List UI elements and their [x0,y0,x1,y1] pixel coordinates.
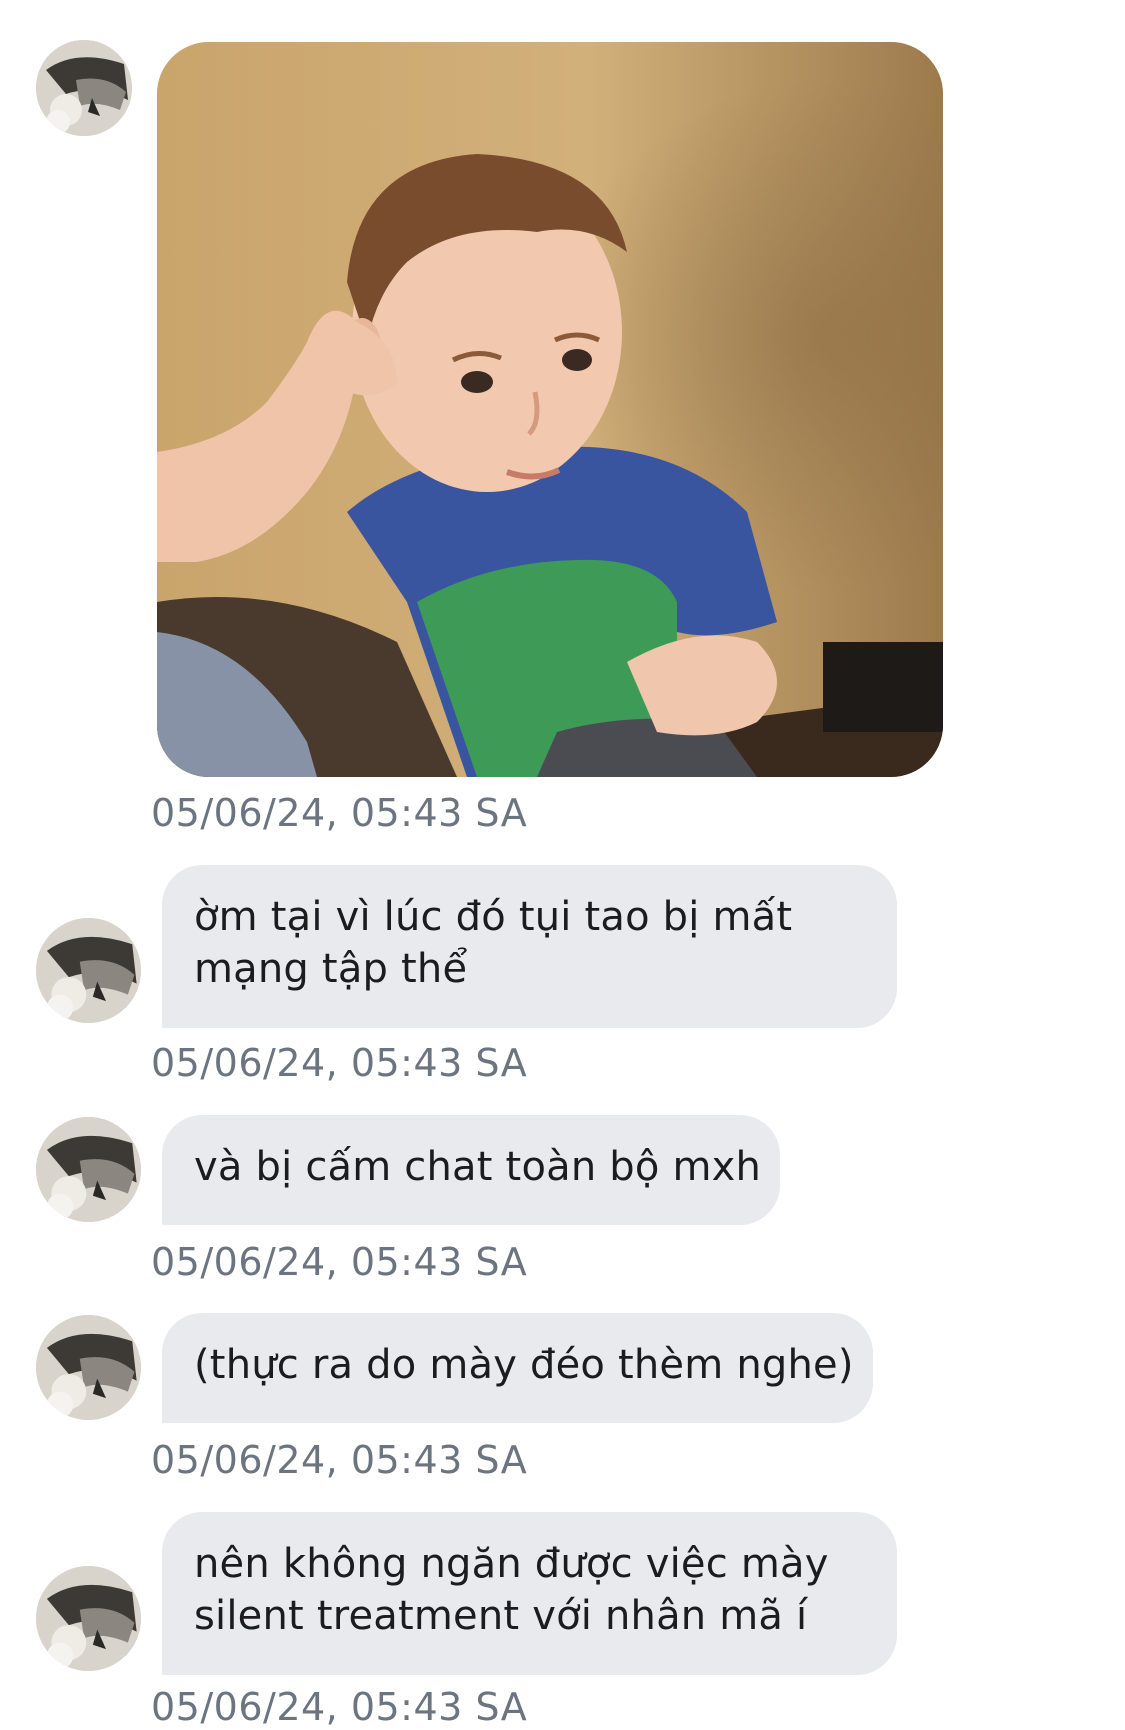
message-bubble[interactable]: (thực ra do mày đéo thèm nghe) [162,1313,873,1423]
message-bubble[interactable]: và bị cấm chat toàn bộ mxh [162,1115,780,1225]
message-timestamp: 05/06/24, 05:43 SA [151,1685,528,1729]
sender-avatar[interactable] [36,918,141,1023]
sender-avatar[interactable] [36,1566,141,1671]
message-text-line: và bị cấm chat toàn bộ mxh [194,1144,762,1190]
sender-avatar-icon [36,1117,141,1222]
message-timestamp: 05/06/24, 05:43 SA [151,1438,528,1482]
message-timestamp: 05/06/24, 05:43 SA [151,791,528,835]
message-text-line: (thực ra do mày đéo thèm nghe) [194,1342,854,1388]
message-list[interactable]: 05/06/24, 05:43 SA ờm tại vì lúc đó tụi … [0,0,1125,1730]
message-text-line: silent treatment với nhân mã í [194,1593,808,1639]
message-text-line: mạng tập thể [194,946,468,992]
message-image[interactable] [157,42,943,777]
sender-avatar-icon [36,918,141,1023]
sender-avatar[interactable] [36,1117,141,1222]
sender-avatar[interactable] [36,40,132,136]
sender-avatar-icon [36,1566,141,1671]
message-text-line: nên không ngăn được việc mày [194,1541,829,1587]
sender-avatar-icon [36,1315,141,1420]
message-timestamp: 05/06/24, 05:43 SA [151,1041,528,1085]
photo-illustration [157,42,943,777]
message-bubble[interactable]: ờm tại vì lúc đó tụi tao bị mất mạng tập… [162,865,897,1028]
sender-avatar-icon [36,40,132,136]
message-bubble[interactable]: nên không ngăn được việc mày silent trea… [162,1512,897,1675]
message-timestamp: 05/06/24, 05:43 SA [151,1240,528,1284]
message-text-line: ờm tại vì lúc đó tụi tao bị mất [194,894,793,940]
sender-avatar[interactable] [36,1315,141,1420]
